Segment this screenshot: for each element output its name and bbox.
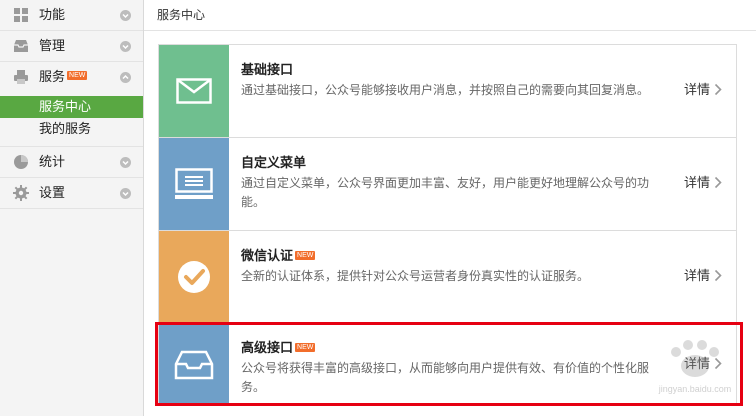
- details-label: 详情: [683, 82, 710, 97]
- sidebar: 功能 管理 服务 NEW 服务中心 我的服务 统计 设置: [0, 0, 144, 416]
- chevron-down-icon[interactable]: [120, 188, 131, 199]
- card-title-text: 微信认证: [241, 248, 294, 263]
- card-description: 全新的认证体系，提供针对公众号运营者身份真实性的认证服务。: [241, 269, 590, 283]
- card-body: 基础接口 通过基础接口，公众号能够接收用户消息，并按照自己的需要向其回复消息。: [241, 62, 661, 100]
- card-description: 公众号将获得丰富的高级接口，从而能够向用户提供有效、有价值的个性化服务。: [241, 361, 650, 394]
- chevron-right-icon: [714, 269, 722, 282]
- watermark-paw-icon: jingyan.baidu.com: [658, 340, 732, 394]
- card-title: 高级接口 NEW: [241, 340, 661, 356]
- new-badge: NEW: [295, 343, 316, 352]
- card-icon-tile: [159, 231, 229, 323]
- chevron-down-icon[interactable]: [120, 41, 131, 52]
- details-label: 详情: [683, 175, 710, 190]
- sidebar-subitem-my-services[interactable]: 我的服务: [0, 118, 143, 140]
- check-circle-icon: [178, 261, 210, 293]
- card-icon-tile: [159, 138, 229, 230]
- sidebar-submenu: 服务中心 我的服务: [0, 92, 143, 147]
- envelope-icon: [176, 78, 212, 104]
- inbox-icon: [14, 40, 28, 52]
- new-badge: NEW: [295, 251, 316, 260]
- details-label: 详情: [683, 268, 710, 283]
- chevron-down-icon[interactable]: [120, 10, 131, 21]
- service-card-custom-menu[interactable]: 自定义菜单 通过自定义菜单，公众号界面更加丰富、友好，用户能更好地理解公众号的功…: [158, 137, 737, 231]
- details-link[interactable]: 详情: [684, 175, 722, 191]
- page-title: 服务中心: [144, 0, 756, 31]
- grid-icon: [14, 8, 28, 22]
- pie-chart-icon: [14, 155, 28, 169]
- details-link[interactable]: 详情: [684, 268, 722, 284]
- card-title: 微信认证 NEW: [241, 248, 661, 264]
- card-icon-tile: [159, 45, 229, 137]
- sidebar-item-label: 服务: [39, 69, 66, 84]
- card-title: 基础接口: [241, 62, 294, 77]
- card-description: 通过基础接口，公众号能够接收用户消息，并按照自己的需要向其回复消息。: [241, 83, 650, 97]
- watermark-text: jingyan.baidu.com: [658, 384, 732, 394]
- sidebar-subitem-service-center[interactable]: 服务中心: [0, 96, 143, 118]
- chevron-down-icon[interactable]: [120, 157, 131, 168]
- sidebar-item-features[interactable]: 功能: [0, 0, 143, 31]
- new-badge: NEW: [67, 71, 88, 80]
- chevron-right-icon: [714, 176, 722, 189]
- sidebar-item-label: 功能: [39, 7, 66, 22]
- details-link[interactable]: 详情: [684, 82, 722, 98]
- sidebar-item-label: 统计: [39, 154, 66, 169]
- gear-icon: [13, 185, 29, 201]
- app-window: 功能 管理 服务 NEW 服务中心 我的服务 统计 设置 服务中心 基础接口 通…: [0, 0, 756, 416]
- card-title-text: 高级接口: [241, 340, 294, 355]
- card-body: 自定义菜单 通过自定义菜单，公众号界面更加丰富、友好，用户能更好地理解公众号的功…: [241, 155, 661, 212]
- chevron-up-icon[interactable]: [120, 72, 131, 83]
- sidebar-item-settings[interactable]: 设置: [0, 178, 143, 209]
- card-icon-tile: [159, 325, 229, 405]
- sidebar-item-statistics[interactable]: 统计: [0, 147, 143, 178]
- card-description: 通过自定义菜单，公众号界面更加丰富、友好，用户能更好地理解公众号的功能。: [241, 176, 650, 209]
- sidebar-item-manage[interactable]: 管理: [0, 31, 143, 62]
- tray-icon: [174, 350, 214, 380]
- card-body: 高级接口 NEW 公众号将获得丰富的高级接口，从而能够向用户提供有效、有价值的个性…: [241, 340, 661, 397]
- sidebar-item-label: 设置: [39, 185, 66, 200]
- service-card-basic-api[interactable]: 基础接口 通过基础接口，公众号能够接收用户消息，并按照自己的需要向其回复消息。 …: [158, 44, 737, 138]
- sidebar-item-service[interactable]: 服务 NEW: [0, 62, 143, 92]
- chevron-right-icon: [714, 83, 722, 96]
- sidebar-item-label: 管理: [39, 38, 66, 53]
- printer-icon: [14, 70, 28, 84]
- menu-screen-icon: [175, 168, 213, 199]
- service-card-wechat-verification[interactable]: 微信认证 NEW 全新的认证体系，提供针对公众号运营者身份真实性的认证服务。 详情: [158, 230, 737, 324]
- card-title: 自定义菜单: [241, 155, 307, 170]
- card-body: 微信认证 NEW 全新的认证体系，提供针对公众号运营者身份真实性的认证服务。: [241, 248, 661, 286]
